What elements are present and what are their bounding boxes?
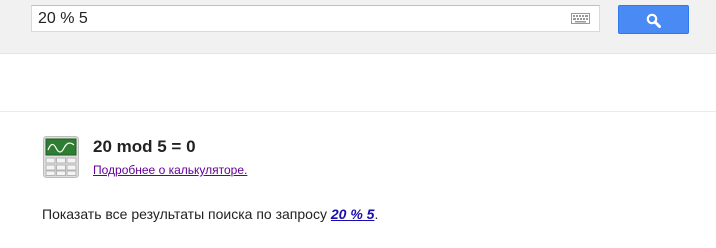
show-all-suffix: . (374, 206, 379, 222)
search-icon (646, 13, 661, 28)
show-all-query-link[interactable]: 20 % 5 (331, 206, 375, 222)
calculator-more-link[interactable]: Подробнее о калькуляторе. (93, 163, 247, 177)
calculator-result: 20 mod 5 = 0 (93, 137, 196, 156)
search-input[interactable] (32, 6, 562, 31)
search-header (0, 0, 716, 54)
results-divider (0, 111, 716, 112)
keyboard-icon[interactable] (571, 13, 590, 24)
show-all-results: Показать все результаты поиска по запрос… (42, 206, 378, 223)
search-box[interactable] (31, 5, 600, 32)
show-all-prefix: Показать все результаты поиска по запрос… (42, 206, 331, 222)
search-results-page: 20 mod 5 = 0 Подробнее о калькуляторе. П… (0, 0, 716, 248)
search-button[interactable] (618, 5, 689, 34)
calculator-icon (43, 136, 79, 178)
